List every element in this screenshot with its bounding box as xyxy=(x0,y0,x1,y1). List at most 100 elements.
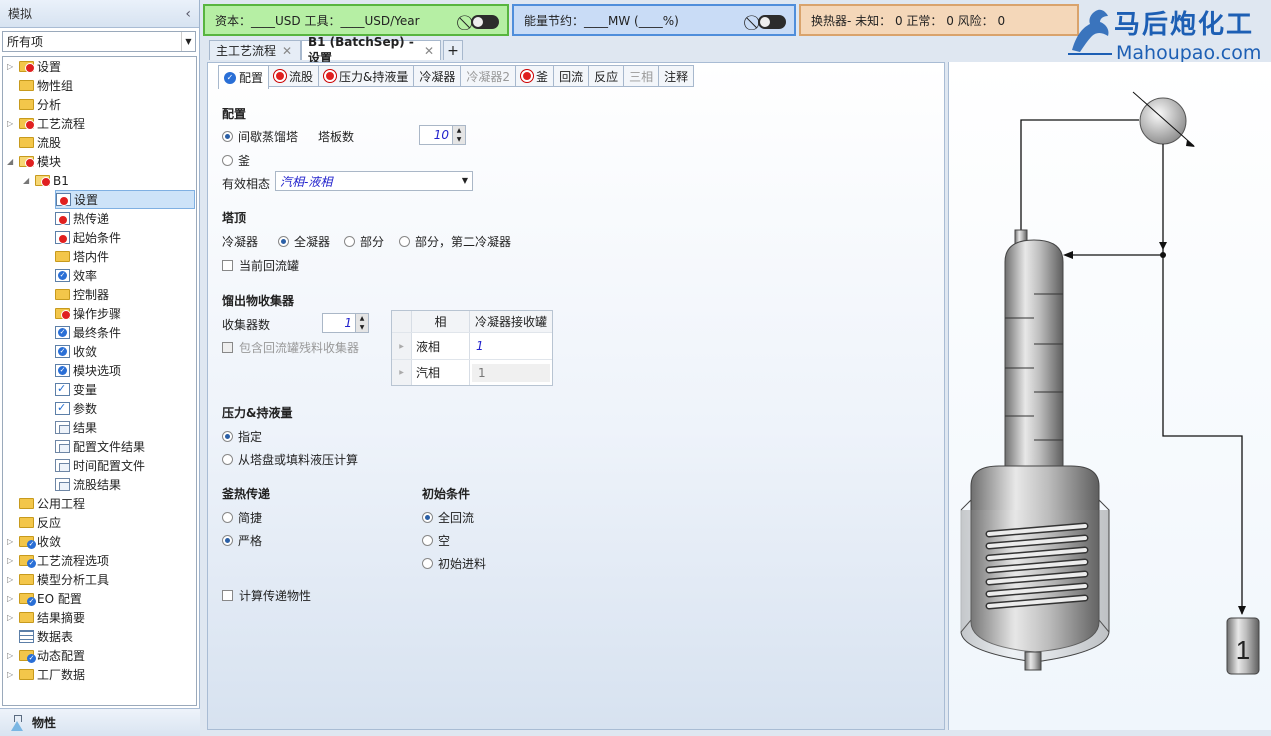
tree-item-b1-setup[interactable]: 设置 xyxy=(55,190,195,209)
energy-savings-status[interactable]: 能量节约：____MW (____%) ⃠ xyxy=(512,4,796,36)
tree-item-controllers[interactable]: 控制器 xyxy=(55,285,109,304)
tree-item-data-sheets[interactable]: 数据表 xyxy=(7,627,73,646)
chevron-down-icon[interactable]: ▼ xyxy=(181,32,195,51)
collapse-icon[interactable]: ◢ xyxy=(23,176,35,185)
expand-icon[interactable]: ▷ xyxy=(7,651,19,660)
subtab-reflux[interactable]: 回流 xyxy=(554,65,590,87)
tree-item-convergence-top[interactable]: ▷收敛 xyxy=(7,532,61,551)
tab-main-flowsheet[interactable]: 主工艺流程 ✕ xyxy=(209,40,301,60)
tree-item-flowsheet[interactable]: ▷ 工艺流程 xyxy=(7,114,85,133)
radio-calc-from-hydraulics[interactable]: 从塔盘或填料液压计算 xyxy=(222,451,358,468)
radio-rigorous[interactable]: 严格 xyxy=(222,532,262,549)
results-icon xyxy=(55,440,70,453)
form-incomplete-icon xyxy=(55,212,70,225)
radio-empty[interactable]: 空 xyxy=(422,532,450,549)
tree-item-convergence[interactable]: 收敛 xyxy=(55,342,97,361)
tree-item-streams[interactable]: 流股 xyxy=(7,133,61,152)
grid-cell-input[interactable]: 1 xyxy=(470,333,552,359)
tree-item-b1[interactable]: ◢ B1 xyxy=(23,171,69,190)
tree-item-stream-results[interactable]: 流股结果 xyxy=(55,475,121,494)
close-icon[interactable]: ✕ xyxy=(424,44,434,58)
calc-transport-props-checkbox[interactable]: 计算传递物性 xyxy=(222,587,311,604)
tree-item-profile-results[interactable]: 配置文件结果 xyxy=(55,437,145,456)
tree-item-eo-config[interactable]: ▷EO 配置 xyxy=(7,589,82,608)
expand-icon[interactable]: ▷ xyxy=(7,537,19,546)
subtab-comments[interactable]: 注释 xyxy=(659,65,695,87)
heat-exchanger-status[interactable]: 换热器- 未知： 0 正常： 0 风险： 0 xyxy=(799,4,1079,36)
properties-nav-button[interactable]: 物性 xyxy=(0,708,200,736)
nav-filter-dropdown[interactable]: 所有项 ▼ xyxy=(2,31,196,52)
toggle-switch[interactable] xyxy=(471,15,499,29)
spin-down-icon[interactable]: ▼ xyxy=(453,135,465,144)
tree-item-plant-data[interactable]: ▷ 工厂数据 xyxy=(7,665,85,684)
energy-toggle[interactable]: ⃠ xyxy=(755,13,786,31)
subtab-condenser2[interactable]: 冷凝器2 xyxy=(461,65,517,87)
radio-total-condenser[interactable]: 全凝器 xyxy=(278,233,330,250)
toggle-switch[interactable] xyxy=(758,15,786,29)
tree-item-time-profiles[interactable]: 时间配置文件 xyxy=(55,456,145,475)
subtab-configuration[interactable]: ✓ 配置 xyxy=(218,65,270,89)
tree-item-internals[interactable]: 塔内件 xyxy=(55,247,109,266)
chevron-down-icon[interactable]: ▼ xyxy=(462,176,468,185)
radio-simple[interactable]: 简捷 xyxy=(222,509,262,526)
tree-item-blocks[interactable]: ◢ 模块 xyxy=(7,152,61,171)
subtab-streams[interactable]: 流股 xyxy=(269,65,320,87)
tree-item-initial-conditions[interactable]: 起始条件 xyxy=(55,228,121,247)
grid-cell-disabled: 1 xyxy=(472,363,550,382)
capital-toggle[interactable]: ⃠ xyxy=(468,13,499,31)
reflux-drum-checkbox[interactable]: 当前回流罐 xyxy=(222,257,299,274)
collapse-pane-icon[interactable]: ‹ xyxy=(185,6,191,22)
tree-item-heat-transfer[interactable]: 热传递 xyxy=(55,209,109,228)
expand-icon[interactable]: ▷ xyxy=(7,594,19,603)
radio-partial-second-condenser[interactable]: 部分，第二冷凝器 xyxy=(399,233,511,250)
radio-total-reflux[interactable]: 全回流 xyxy=(422,509,474,526)
tree-item-block-options[interactable]: 模块选项 xyxy=(55,361,121,380)
radio-partial-condenser[interactable]: 部分 xyxy=(344,233,384,250)
results-icon xyxy=(55,478,70,491)
tree-item-efficiencies[interactable]: 效率 xyxy=(55,266,97,285)
tree-item-operating-steps[interactable]: 操作步骤 xyxy=(55,304,121,323)
valid-phases-select[interactable]: 汽相-液相 ▼ xyxy=(275,171,473,191)
tree-item-utilities[interactable]: 公用工程 xyxy=(7,494,85,513)
incomplete-icon xyxy=(324,70,337,82)
tree-item-variables[interactable]: 变量 xyxy=(55,380,97,399)
spin-down-icon[interactable]: ▼ xyxy=(356,323,368,332)
radio-batch-column[interactable]: 间歇蒸馏塔 xyxy=(222,128,298,145)
spin-up-icon[interactable]: ▲ xyxy=(453,126,465,135)
subtab-pot[interactable]: 釜 xyxy=(516,65,555,87)
tree-item-final-conditions[interactable]: 最终条件 xyxy=(55,323,121,342)
tree-item-model-analysis[interactable]: ▷ 模型分析工具 xyxy=(7,570,109,589)
expand-icon[interactable]: ▷ xyxy=(7,613,19,622)
tree-item-results[interactable]: 结果 xyxy=(55,418,97,437)
expand-icon[interactable]: ▷ xyxy=(7,670,19,679)
radio-pot[interactable]: 釜 xyxy=(222,152,250,169)
expand-icon[interactable]: ▷ xyxy=(7,556,19,565)
tree-item-analysis[interactable]: 分析 xyxy=(7,95,61,114)
subtab-condenser[interactable]: 冷凝器 xyxy=(414,65,462,87)
expand-icon[interactable]: ▷ xyxy=(7,119,19,128)
tree-item-setup[interactable]: ▷ 设置 xyxy=(7,57,61,76)
subtab-three-phase[interactable]: 三相 xyxy=(624,65,660,87)
stages-input[interactable]: 10 ▲ ▼ xyxy=(419,125,466,145)
tab-b1-setup[interactable]: B1 (BatchSep) - 设置 ✕ xyxy=(301,35,441,65)
capital-cost-status[interactable]: 资本：____USD 工具：____USD/Year ⃠ xyxy=(203,4,509,36)
tree-item-parameters[interactable]: 参数 xyxy=(55,399,97,418)
tree-item-dynamic-config[interactable]: ▷动态配置 xyxy=(7,646,85,665)
new-tab-button[interactable]: + xyxy=(443,40,463,60)
tree-item-results-summary[interactable]: ▷ 结果摘要 xyxy=(7,608,85,627)
radio-initial-feed[interactable]: 初始进料 xyxy=(422,555,486,572)
subtab-pressure-holdup[interactable]: 压力&持液量 xyxy=(319,65,415,87)
expand-icon[interactable]: ▷ xyxy=(7,575,19,584)
folder-icon xyxy=(19,650,36,663)
expand-icon[interactable]: ▷ xyxy=(7,62,19,71)
tree-item-property-sets[interactable]: 物性组 xyxy=(7,76,73,95)
tree-item-flowsheet-options[interactable]: ▷工艺流程选项 xyxy=(7,551,109,570)
close-icon[interactable]: ✕ xyxy=(282,44,292,58)
radio-specify[interactable]: 指定 xyxy=(222,428,262,445)
receiver-count-input[interactable]: 1 ▲ ▼ xyxy=(322,313,369,333)
collapse-icon[interactable]: ◢ xyxy=(7,157,19,166)
tree-item-reactions[interactable]: 反应 xyxy=(7,513,61,532)
spin-up-icon[interactable]: ▲ xyxy=(356,314,368,323)
subtab-reactions[interactable]: 反应 xyxy=(589,65,625,87)
include-reflux-drum-checkbox[interactable]: 包含回流罐残料收集器 xyxy=(222,339,359,356)
